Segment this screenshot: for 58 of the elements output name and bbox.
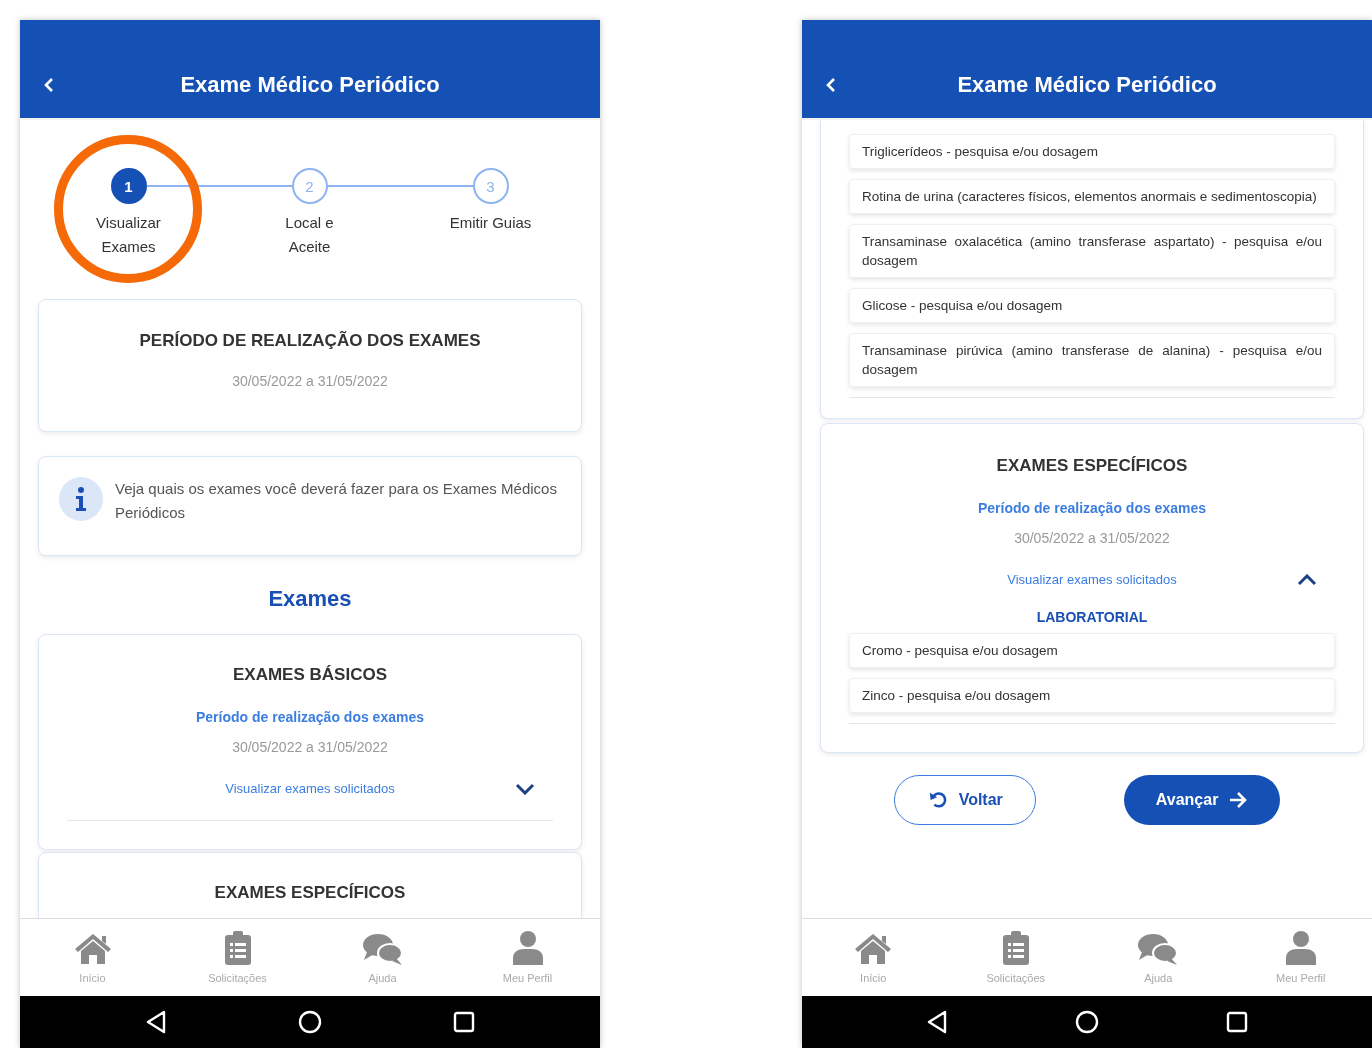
category-label: LABORATORIAL	[1036, 609, 1148, 625]
back-button[interactable]: Voltar	[893, 775, 1036, 825]
back-chevron-icon[interactable]	[826, 78, 836, 92]
back-triangle-icon[interactable]	[925, 1010, 948, 1034]
chat-bubbles-icon	[361, 932, 404, 966]
info-text: Veja quais os exames você deverá fazer para os Exames Médicos Periódicos	[115, 479, 558, 523]
home-circle-icon[interactable]	[298, 1010, 322, 1034]
user-icon	[1284, 930, 1317, 966]
date-range: 30/05/2022 a 31/05/2022	[1014, 530, 1170, 546]
exam-item: Cromo - pesquisa e/ou dosagem	[849, 633, 1335, 668]
section-title: Exames	[268, 586, 352, 612]
nav-item[interactable]: Início	[802, 919, 945, 996]
exam-item: Rotina de urina (caracteres físicos, elementos anormais e sedimentoscopia)	[849, 179, 1335, 214]
exam-item: Triglicerídeos - pesquisa e/ou dosagem	[849, 134, 1335, 169]
step-number[interactable]: 2	[291, 168, 328, 204]
back-chevron-icon[interactable]	[44, 78, 54, 92]
info-icon	[59, 477, 103, 521]
clipboard-icon	[1001, 930, 1030, 966]
toggle-link[interactable]: Visualizar exames solicitados	[225, 781, 395, 796]
step-number[interactable]: 1	[110, 168, 147, 204]
recents-square-icon[interactable]	[452, 1011, 475, 1033]
exam-item: Transaminase oxalacética (amino transferase aspartato) - pesquisa e/ou dosagem	[849, 224, 1335, 278]
arrow-right-icon	[1228, 790, 1249, 810]
card-title: EXAMES ESPECÍFICOS	[214, 883, 406, 903]
card-title: PERÍODO DE REALIZAÇÃO DOS EXAMES	[139, 331, 481, 351]
date-range: 30/05/2022 a 31/05/2022	[232, 739, 388, 755]
date-range: 30/05/2022 a 31/05/2022	[232, 373, 388, 389]
step-label: Emitir Guias	[448, 213, 533, 233]
step-label: Visualizar Exames	[95, 213, 162, 257]
toggle-link[interactable]: Visualizar exames solicitados	[1007, 572, 1177, 587]
period-label: Período de realização dos exames	[196, 709, 424, 725]
exam-item: Transaminase pirúvica (amino transferase de alanina) - pesquisa e/ou dosagem	[849, 333, 1335, 387]
recents-square-icon[interactable]	[1226, 1011, 1249, 1033]
nav-item[interactable]: Início	[20, 919, 165, 996]
card-title: EXAMES ESPECÍFICOS	[996, 456, 1188, 476]
nav-item[interactable]: Meu Perfil	[455, 919, 600, 996]
screen-title: Exame Médico Periódico	[956, 72, 1218, 98]
next-button[interactable]: Avançar	[1123, 775, 1281, 825]
back-triangle-icon[interactable]	[145, 1010, 168, 1034]
exam-item: Glicose - pesquisa e/ou dosagem	[849, 288, 1335, 323]
chevron-up-icon[interactable]	[1297, 573, 1317, 586]
nav-item[interactable]: Solicitações	[165, 919, 310, 996]
screen-title: Exame Médico Periódico	[179, 72, 441, 98]
user-icon	[511, 930, 544, 966]
nav-item[interactable]: Ajuda	[1087, 919, 1230, 996]
chat-bubbles-icon	[1137, 932, 1180, 966]
period-label: Período de realização dos exames	[978, 500, 1206, 516]
card-title: EXAMES BÁSICOS	[233, 665, 387, 685]
exam-item: Zinco - pesquisa e/ou dosagem	[849, 678, 1335, 713]
home-circle-icon[interactable]	[1075, 1010, 1099, 1034]
nav-item[interactable]: Solicitações	[944, 919, 1087, 996]
home-icon	[853, 932, 894, 966]
clipboard-icon	[223, 930, 252, 966]
step-number[interactable]: 3	[472, 168, 509, 204]
step-label: Local e Aceite	[284, 213, 335, 257]
chevron-down-icon[interactable]	[515, 782, 535, 795]
nav-item[interactable]: Meu Perfil	[1229, 919, 1372, 996]
nav-item[interactable]: Ajuda	[310, 919, 455, 996]
